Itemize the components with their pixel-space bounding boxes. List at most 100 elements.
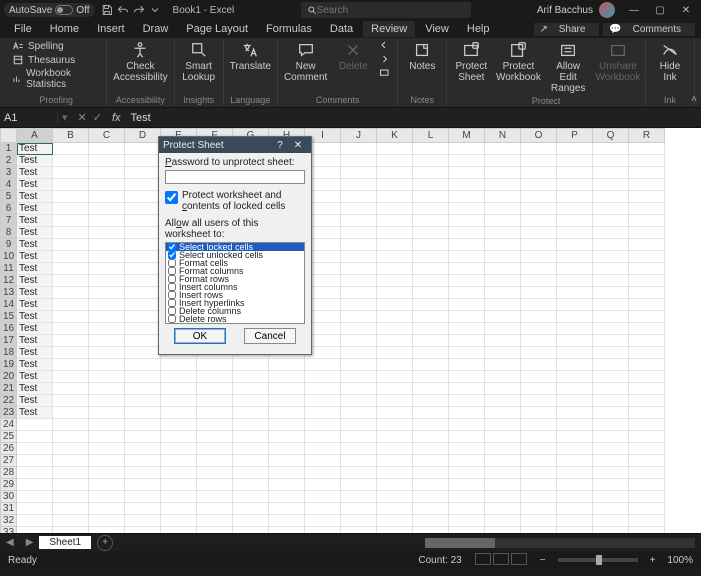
cell[interactable] [89, 227, 125, 239]
cell[interactable] [125, 479, 161, 491]
cell[interactable] [593, 443, 629, 455]
cell[interactable] [377, 407, 413, 419]
cell[interactable] [341, 227, 377, 239]
cell[interactable] [629, 383, 665, 395]
row-header[interactable]: 15 [1, 311, 17, 323]
cell[interactable] [449, 323, 485, 335]
cell[interactable] [125, 335, 161, 347]
row-header[interactable]: 21 [1, 383, 17, 395]
cell[interactable] [53, 227, 89, 239]
tab-nav-next[interactable]: ▶ [20, 537, 40, 548]
hide-ink-button[interactable]: Hide Ink [652, 40, 688, 83]
col-header[interactable]: P [557, 129, 593, 143]
cell[interactable] [449, 407, 485, 419]
cell[interactable] [161, 491, 197, 503]
col-header[interactable]: K [377, 129, 413, 143]
permission-checkbox[interactable] [168, 243, 176, 251]
cell[interactable] [521, 347, 557, 359]
cell[interactable] [233, 491, 269, 503]
cell[interactable] [89, 143, 125, 155]
cell[interactable] [521, 215, 557, 227]
cell[interactable] [629, 527, 665, 534]
cell[interactable] [413, 191, 449, 203]
cell[interactable] [197, 395, 233, 407]
col-header[interactable]: M [449, 129, 485, 143]
cell[interactable] [449, 167, 485, 179]
cell[interactable] [413, 227, 449, 239]
row-header[interactable]: 1 [1, 143, 17, 155]
cell[interactable] [557, 395, 593, 407]
cell[interactable] [629, 323, 665, 335]
cell[interactable] [485, 287, 521, 299]
minimize-button[interactable]: — [623, 5, 645, 16]
cell[interactable] [485, 347, 521, 359]
cell[interactable] [341, 515, 377, 527]
cell[interactable] [413, 527, 449, 534]
cell[interactable] [341, 431, 377, 443]
cell[interactable] [305, 407, 341, 419]
cell[interactable] [557, 383, 593, 395]
cell[interactable] [341, 443, 377, 455]
cell[interactable] [521, 191, 557, 203]
qat-dropdown-icon[interactable] [147, 2, 163, 18]
row-header[interactable]: 19 [1, 359, 17, 371]
formula-input[interactable]: Test [125, 112, 157, 124]
cell[interactable] [197, 527, 233, 534]
cell[interactable] [125, 287, 161, 299]
row-header[interactable]: 7 [1, 215, 17, 227]
cell[interactable] [485, 395, 521, 407]
autosave-toggle[interactable]: AutoSave Off [4, 3, 95, 17]
cell[interactable] [377, 527, 413, 534]
cell[interactable] [485, 371, 521, 383]
row-header[interactable]: 18 [1, 347, 17, 359]
cell[interactable] [485, 299, 521, 311]
cell[interactable] [521, 395, 557, 407]
cell[interactable] [413, 467, 449, 479]
cell[interactable] [485, 203, 521, 215]
notes-button[interactable]: Notes [404, 40, 440, 72]
cancel-formula-icon[interactable]: ✕ [78, 111, 87, 124]
cell[interactable] [521, 491, 557, 503]
cell[interactable] [377, 263, 413, 275]
cell[interactable] [449, 347, 485, 359]
cell[interactable] [53, 155, 89, 167]
cell[interactable] [557, 263, 593, 275]
cell[interactable] [53, 503, 89, 515]
cell[interactable] [629, 155, 665, 167]
cell[interactable] [53, 215, 89, 227]
cell[interactable] [341, 299, 377, 311]
cell[interactable] [305, 467, 341, 479]
cell[interactable] [341, 191, 377, 203]
cell[interactable] [413, 455, 449, 467]
cell[interactable] [341, 455, 377, 467]
cell[interactable] [377, 227, 413, 239]
cell[interactable] [521, 371, 557, 383]
cell[interactable] [557, 371, 593, 383]
cell[interactable] [341, 311, 377, 323]
cell[interactable] [557, 227, 593, 239]
cell[interactable] [89, 155, 125, 167]
cell[interactable] [593, 371, 629, 383]
cell[interactable] [413, 395, 449, 407]
cell[interactable] [629, 491, 665, 503]
cell[interactable] [377, 347, 413, 359]
cell[interactable] [53, 203, 89, 215]
cell[interactable] [629, 419, 665, 431]
row-header[interactable]: 13 [1, 287, 17, 299]
cell[interactable] [269, 383, 305, 395]
cell[interactable]: Test [17, 383, 53, 395]
cell[interactable]: Test [17, 335, 53, 347]
row-header[interactable]: 17 [1, 335, 17, 347]
cell[interactable] [485, 191, 521, 203]
permission-checkbox[interactable] [168, 251, 176, 259]
cell[interactable] [629, 407, 665, 419]
cell[interactable] [377, 239, 413, 251]
cell[interactable] [593, 239, 629, 251]
cell[interactable] [17, 479, 53, 491]
cell[interactable] [341, 371, 377, 383]
collapse-ribbon-icon[interactable]: ˄ [691, 94, 697, 105]
cell[interactable] [53, 443, 89, 455]
cell[interactable] [341, 215, 377, 227]
cell[interactable] [53, 395, 89, 407]
cell[interactable] [449, 503, 485, 515]
